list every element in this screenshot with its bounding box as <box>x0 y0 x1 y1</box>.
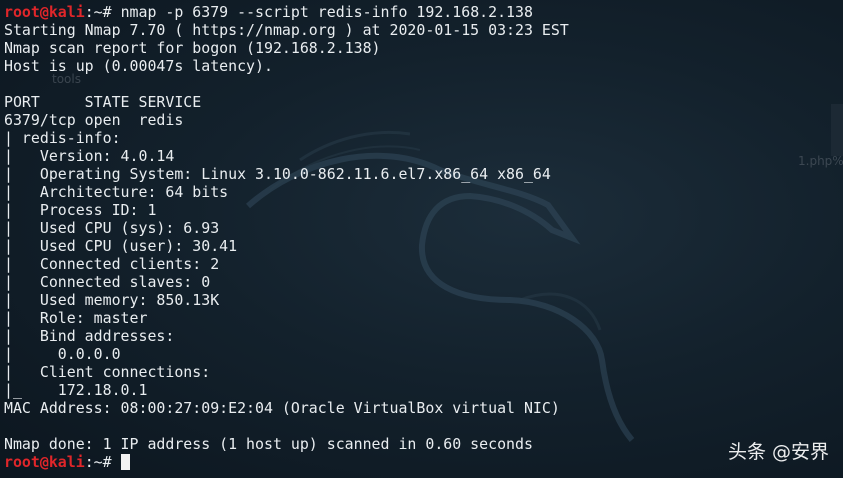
desktop-ghost-file-label: 1.php% <box>798 154 843 168</box>
output-text: | Connected slaves: 0 <box>4 273 211 291</box>
output-text: 6379/tcp open redis <box>4 111 184 129</box>
prompt-line: root@kali:~# <box>4 453 569 471</box>
output-text: Host is up (0.00047s latency). <box>4 57 273 75</box>
output-text: | Operating System: Linux 3.10.0-862.11.… <box>4 165 551 183</box>
output-line: | Bind addresses: <box>4 327 569 345</box>
output-text: | Role: master <box>4 309 148 327</box>
output-text: Starting Nmap 7.70 ( https://nmap.org ) … <box>4 21 569 39</box>
output-line: | redis-info: <box>4 129 569 147</box>
output-text: | Used memory: 850.13K <box>4 291 220 309</box>
output-line: |_ 172.18.0.1 <box>4 381 569 399</box>
output-text: Nmap done: 1 IP address (1 host up) scan… <box>4 435 533 453</box>
output-line: PORT STATE SERVICE <box>4 93 569 111</box>
output-line: | Used CPU (user): 30.41 <box>4 237 569 255</box>
output-line: | 0.0.0.0 <box>4 345 569 363</box>
output-line: Host is up (0.00047s latency). <box>4 57 569 75</box>
prompt-line: root@kali:~# nmap -p 6379 --script redis… <box>4 3 569 21</box>
desktop-ghost-file-icon <box>831 104 843 156</box>
output-line: MAC Address: 08:00:27:09:E2:04 (Oracle V… <box>4 399 569 417</box>
output-text: | redis-info: <box>4 129 121 147</box>
output-line: Nmap scan report for bogon (192.168.2.13… <box>4 39 569 57</box>
output-line: Nmap done: 1 IP address (1 host up) scan… <box>4 435 569 453</box>
output-line: | Connected slaves: 0 <box>4 273 569 291</box>
output-line: | Role: master <box>4 309 569 327</box>
output-text: |_ 172.18.0.1 <box>4 381 148 399</box>
output-text: MAC Address: 08:00:27:09:E2:04 (Oracle V… <box>4 399 560 417</box>
output-line: 6379/tcp open redis <box>4 111 569 129</box>
output-text: Nmap scan report for bogon (192.168.2.13… <box>4 39 381 57</box>
output-line: | Operating System: Linux 3.10.0-862.11.… <box>4 165 569 183</box>
prompt-user: root@kali <box>4 453 85 471</box>
output-text: | Version: 4.0.14 <box>4 147 175 165</box>
prompt-user: root@kali <box>4 3 85 21</box>
output-text: | Architecture: 64 bits <box>4 183 229 201</box>
output-text: | Connected clients: 2 <box>4 255 220 273</box>
output-text: | Bind addresses: <box>4 327 175 345</box>
output-line: Starting Nmap 7.70 ( https://nmap.org ) … <box>4 21 569 39</box>
output-line: | Used CPU (sys): 6.93 <box>4 219 569 237</box>
output-line: | Process ID: 1 <box>4 201 569 219</box>
output-line: | Connected clients: 2 <box>4 255 569 273</box>
command-text: nmap -p 6379 --script redis-info 192.168… <box>120 3 533 21</box>
prompt-path: :~# <box>84 3 121 21</box>
output-line: | Version: 4.0.14 <box>4 147 569 165</box>
output-line: | Client connections: <box>4 363 569 381</box>
output-text: | Client connections: <box>4 363 211 381</box>
text-cursor[interactable] <box>120 454 130 470</box>
output-text: | 0.0.0.0 <box>4 345 121 363</box>
output-line: | Used memory: 850.13K <box>4 291 569 309</box>
terminal-window[interactable]: tools 1.php% root@kali:~# nmap -p 6379 -… <box>0 0 843 478</box>
output-line: | Architecture: 64 bits <box>4 183 569 201</box>
terminal-output[interactable]: root@kali:~# nmap -p 6379 --script redis… <box>4 3 569 471</box>
prompt-path: :~# <box>84 453 121 471</box>
output-text: | Used CPU (sys): 6.93 <box>4 219 220 237</box>
output-text: | Process ID: 1 <box>4 201 157 219</box>
output-text: | Used CPU (user): 30.41 <box>4 237 238 255</box>
output-text: PORT STATE SERVICE <box>4 93 202 111</box>
watermark: 头条 @安界 <box>727 441 829 463</box>
